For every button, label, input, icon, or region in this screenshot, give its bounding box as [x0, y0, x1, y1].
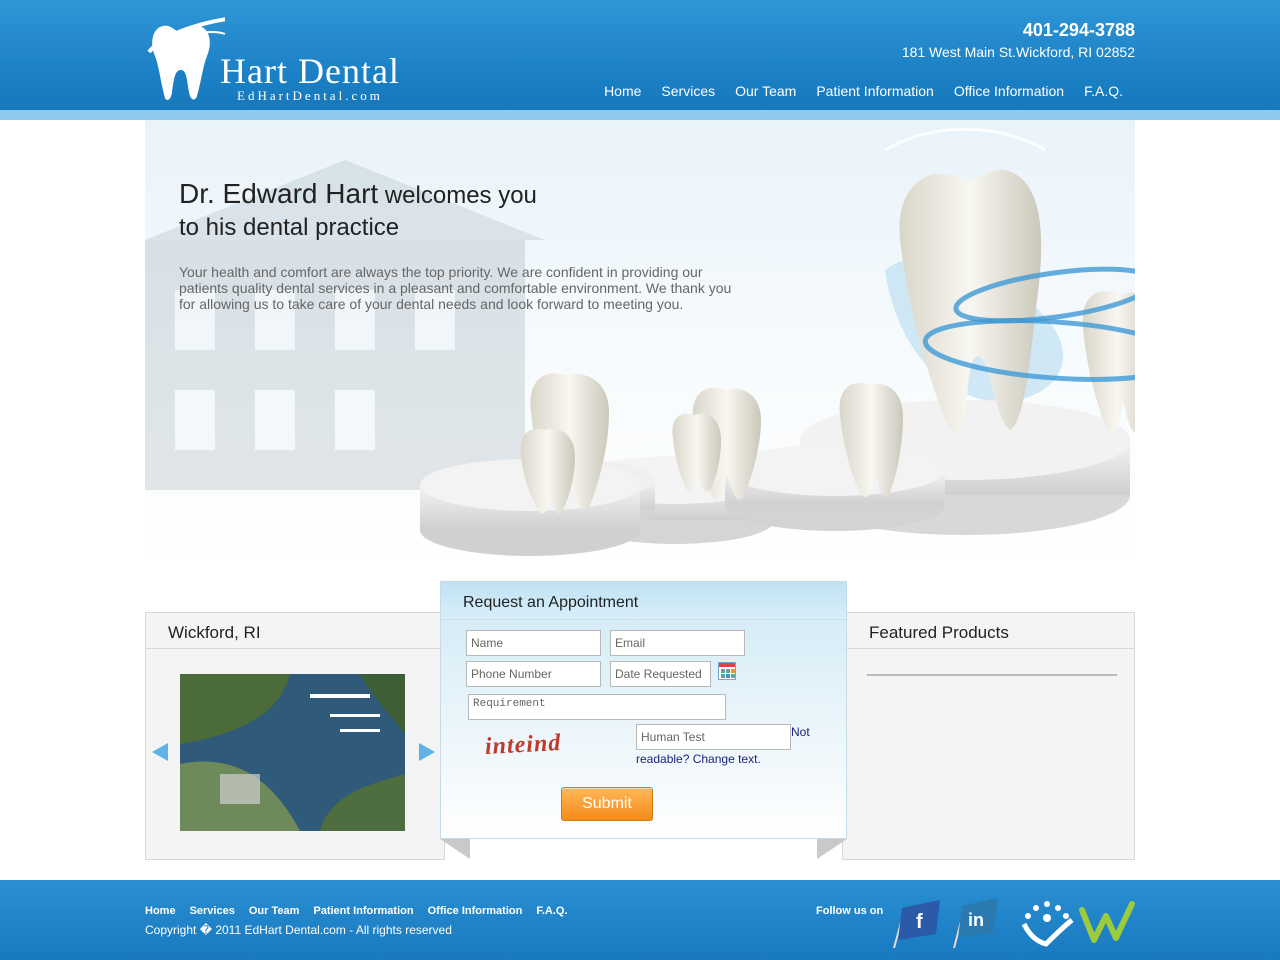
calendar-icon[interactable] [718, 662, 736, 680]
aerial-photo [180, 674, 405, 831]
human-test-input[interactable] [636, 724, 791, 750]
submit-button[interactable]: Submit [561, 787, 653, 821]
nav-office-information[interactable]: Office Information [944, 83, 1074, 99]
prev-arrow-icon[interactable] [152, 743, 168, 761]
next-arrow-icon[interactable] [419, 743, 435, 761]
hero-title-name: Dr. Edward Hart [179, 178, 379, 209]
svg-text:f: f [916, 911, 923, 933]
address: 181 West Main St.Wickford, RI 02852 [901, 44, 1135, 60]
footer-nav-office-information[interactable]: Office Information [428, 905, 523, 917]
hero-title-rest: welcomes you [378, 182, 537, 209]
featured-products-title: Featured Products [843, 613, 1134, 649]
nav-home[interactable]: Home [594, 83, 651, 99]
copyright: Copyright � 2011 EdHart Dental.com - All… [145, 923, 452, 937]
hero-banner: Dr. Edward Hart welcomes you to his dent… [145, 120, 1135, 570]
nav-faq[interactable]: F.A.Q. [1074, 83, 1133, 99]
svg-text:in: in [968, 910, 984, 930]
appointment-form-title: Request an Appointment [441, 582, 846, 620]
main-nav: Home Services Our Team Patient Informati… [594, 83, 1133, 99]
header-band [0, 110, 1280, 120]
requirement-textarea[interactable] [468, 694, 726, 720]
footer-nav-home[interactable]: Home [145, 905, 176, 917]
appointment-form: Request an Appointment inteind Not reada… [440, 581, 847, 839]
name-input[interactable] [466, 630, 601, 656]
facebook-icon[interactable]: f [886, 892, 944, 950]
w-icon[interactable] [1078, 892, 1136, 950]
logo-subtitle: EdHartDental.com [237, 88, 383, 103]
change-captcha-link-2[interactable]: readable? Change text. [636, 752, 761, 766]
hero-text: Your health and comfort are always the t… [179, 264, 732, 312]
date-requested-input[interactable] [610, 661, 711, 687]
footer-nav: Home Services Our Team Patient Informati… [145, 905, 568, 917]
nav-patient-information[interactable]: Patient Information [806, 83, 944, 99]
nav-services[interactable]: Services [651, 83, 725, 99]
email-input[interactable] [610, 630, 745, 656]
change-captcha-link[interactable]: Not [791, 725, 810, 739]
nav-our-team[interactable]: Our Team [725, 83, 806, 99]
phone-number: 401-294-3788 [1022, 20, 1135, 40]
footer-nav-faq[interactable]: F.A.Q. [536, 905, 567, 917]
review-icon[interactable] [1018, 892, 1076, 950]
form-fold-right [817, 839, 847, 859]
footer-nav-patient-information[interactable]: Patient Information [313, 905, 413, 917]
location-box: Wickford, RI [145, 612, 445, 860]
divider [867, 674, 1117, 676]
location-box-title: Wickford, RI [146, 613, 444, 649]
logo-text: Hart Dental [220, 51, 400, 91]
hero-title-line2: to his dental practice [179, 214, 400, 241]
footer-nav-our-team[interactable]: Our Team [249, 905, 300, 917]
captcha-image: inteind [484, 730, 562, 760]
form-fold-left [440, 839, 470, 859]
hero-title: Dr. Edward Hart welcomes you [179, 178, 537, 210]
linkedin-icon[interactable]: in [948, 892, 1006, 950]
site-header: Hart Dental EdHartDental.com 401-294-378… [0, 0, 1280, 112]
follow-us-label: Follow us on [816, 905, 884, 917]
featured-products-box: Featured Products [842, 612, 1135, 860]
tooth-logo-icon [147, 16, 234, 100]
logo[interactable]: Hart Dental EdHartDental.com [145, 12, 465, 104]
phone-input[interactable] [466, 661, 601, 687]
site-footer: Home Services Our Team Patient Informati… [0, 880, 1280, 960]
footer-nav-services[interactable]: Services [190, 905, 235, 917]
